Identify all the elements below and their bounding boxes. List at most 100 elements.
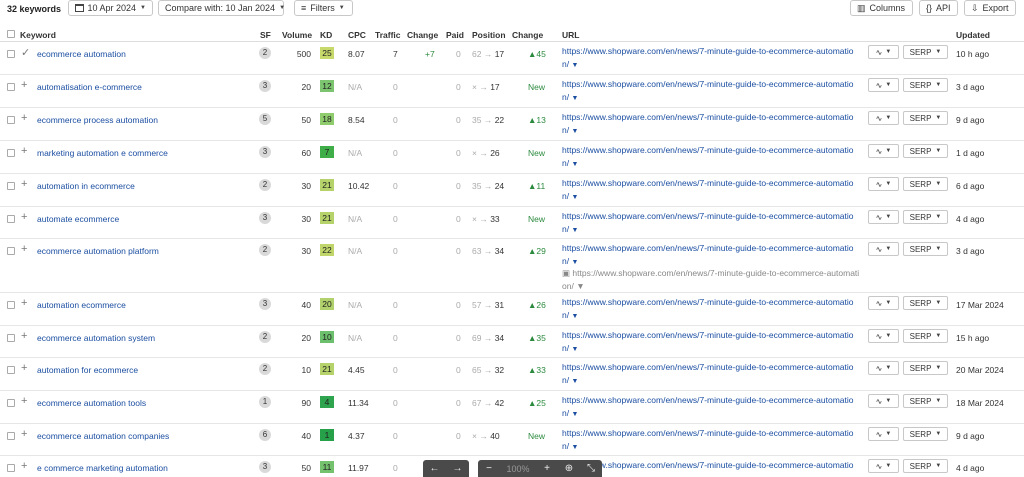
add-to-list-icon[interactable]: +	[21, 178, 27, 190]
keyword-link[interactable]: automatisation e-commerce	[37, 82, 142, 92]
chevron-down-icon[interactable]: ▼	[571, 161, 578, 168]
ranking-url[interactable]: https://www.shopware.com/en/news/7-minut…	[562, 242, 860, 269]
chevron-down-icon[interactable]: ▼	[571, 444, 578, 451]
add-to-list-icon[interactable]: +	[21, 145, 27, 157]
chevron-down-icon[interactable]: ▼	[571, 378, 578, 385]
sf-badge[interactable]: 3	[259, 298, 271, 310]
sf-badge[interactable]: 3	[259, 80, 271, 92]
keyword-link[interactable]: ecommerce process automation	[37, 115, 158, 125]
sf-badge[interactable]: 2	[259, 47, 271, 59]
row-checkbox[interactable]	[7, 215, 15, 223]
chevron-down-icon[interactable]: ▼	[571, 411, 578, 418]
chevron-down-icon[interactable]: ▼	[571, 346, 578, 353]
ranking-url-link[interactable]: https://www.shopware.com/en/news/7-minut…	[562, 297, 854, 320]
trend-button[interactable]: ∿ ▼	[868, 296, 899, 310]
header-traffic-change[interactable]: Change	[407, 30, 438, 40]
ranking-url[interactable]: https://www.shopware.com/en/news/7-minut…	[562, 296, 860, 323]
ranking-url-link[interactable]: https://www.shopware.com/en/news/7-minut…	[562, 460, 854, 470]
chevron-down-icon[interactable]: ▼	[571, 62, 578, 69]
row-checkbox[interactable]	[7, 50, 15, 58]
row-checkbox[interactable]	[7, 149, 15, 157]
ranking-url[interactable]: https://www.shopware.com/en/news/7-minut…	[562, 111, 860, 138]
keyword-link[interactable]: automation for ecommerce	[37, 365, 138, 375]
keyword-link[interactable]: ecommerce automation platform	[37, 246, 159, 256]
keyword-link[interactable]: ecommerce automation system	[37, 333, 155, 343]
date-picker-button[interactable]: 10 Apr 2024 ▼	[68, 0, 153, 16]
trend-button[interactable]: ∿ ▼	[868, 177, 899, 191]
fullscreen-icon[interactable]: ⤡	[580, 463, 602, 474]
keyword-link[interactable]: automate ecommerce	[37, 214, 119, 224]
serp-button[interactable]: SERP ▼	[903, 78, 948, 92]
ranking-url-link[interactable]: https://www.shopware.com/en/news/7-minut…	[562, 330, 854, 353]
keyword-link[interactable]: ecommerce automation tools	[37, 398, 146, 408]
serp-button[interactable]: SERP ▼	[903, 111, 948, 125]
ranking-url[interactable]: https://www.shopware.com/en/news/7-minut…	[562, 427, 860, 454]
ranking-url[interactable]: https://www.shopware.com/en/news/7-minut…	[562, 329, 860, 356]
add-to-list-icon[interactable]: +	[21, 362, 27, 374]
add-to-list-icon[interactable]: +	[21, 395, 27, 407]
chevron-down-icon[interactable]: ▼	[571, 313, 578, 320]
ranking-url[interactable]: https://www.shopware.com/en/news/7-minut…	[562, 45, 860, 72]
sf-badge[interactable]: 3	[259, 212, 271, 224]
sf-badge[interactable]: 2	[259, 179, 271, 191]
serp-button[interactable]: SERP ▼	[903, 394, 948, 408]
api-button[interactable]: {} API	[919, 0, 958, 16]
serp-button[interactable]: SERP ▼	[903, 45, 948, 59]
row-checkbox[interactable]	[7, 116, 15, 124]
serp-button[interactable]: SERP ▼	[903, 177, 948, 191]
zoom-in-icon[interactable]: +	[536, 463, 558, 474]
ranking-url[interactable]: https://www.shopware.com/en/news/7-minut…	[562, 177, 860, 204]
sf-badge[interactable]: 5	[259, 113, 271, 125]
add-to-list-icon[interactable]: +	[21, 243, 27, 255]
header-traffic[interactable]: Traffic	[375, 30, 401, 40]
add-to-list-icon[interactable]: +	[21, 330, 27, 342]
trend-button[interactable]: ∿ ▼	[868, 78, 899, 92]
trend-button[interactable]: ∿ ▼	[868, 144, 899, 158]
add-to-list-icon[interactable]: +	[21, 211, 27, 223]
ranking-url[interactable]: https://www.shopware.com/en/news/7-minut…	[562, 394, 860, 421]
keyword-link[interactable]: automation ecommerce	[37, 300, 126, 310]
ranking-url-link[interactable]: https://www.shopware.com/en/news/7-minut…	[562, 79, 854, 102]
serp-button[interactable]: SERP ▼	[903, 210, 948, 224]
sf-badge[interactable]: 3	[259, 146, 271, 158]
serp-button[interactable]: SERP ▼	[903, 329, 948, 343]
select-all-checkbox[interactable]	[7, 30, 15, 38]
keyword-link[interactable]: ecommerce automation	[37, 49, 126, 59]
compare-with-button[interactable]: Compare with: 10 Jan 2024 ▼	[158, 0, 285, 16]
serp-button[interactable]: SERP ▼	[903, 242, 948, 256]
trend-button[interactable]: ∿ ▼	[868, 361, 899, 375]
chevron-down-icon[interactable]: ▼	[571, 259, 578, 266]
columns-button[interactable]: ▥ Columns	[850, 0, 913, 16]
ranking-url[interactable]: https://www.shopware.com/en/news/7-minut…	[562, 144, 860, 171]
zoom-reset-icon[interactable]: ⊕	[558, 463, 580, 474]
serp-button[interactable]: SERP ▼	[903, 361, 948, 375]
header-position[interactable]: Position	[472, 30, 506, 40]
chevron-down-icon[interactable]: ▼	[571, 128, 578, 135]
ranking-url[interactable]: https://www.shopware.com/en/news/7-minut…	[562, 459, 860, 472]
arrow-right-icon[interactable]: →	[446, 463, 469, 474]
trend-button[interactable]: ∿ ▼	[868, 210, 899, 224]
chevron-down-icon[interactable]: ▼	[571, 194, 578, 201]
keyword-link[interactable]: automation in ecommerce	[37, 181, 135, 191]
ranking-url-link[interactable]: https://www.shopware.com/en/news/7-minut…	[562, 46, 854, 69]
arrow-left-icon[interactable]: ←	[423, 463, 446, 474]
trend-button[interactable]: ∿ ▼	[868, 111, 899, 125]
trend-button[interactable]: ∿ ▼	[868, 329, 899, 343]
secondary-url[interactable]: ▣ https://www.shopware.com/en/news/7-min…	[562, 267, 862, 293]
ranking-url-link[interactable]: https://www.shopware.com/en/news/7-minut…	[562, 112, 854, 135]
add-to-list-icon[interactable]: +	[21, 297, 27, 309]
header-keyword[interactable]: Keyword	[20, 30, 56, 40]
row-checkbox[interactable]	[7, 334, 15, 342]
add-to-list-icon[interactable]: +	[21, 460, 27, 472]
trend-button[interactable]: ∿ ▼	[868, 394, 899, 408]
ranking-url-link[interactable]: https://www.shopware.com/en/news/7-minut…	[562, 362, 854, 385]
keyword-link[interactable]: e commerce marketing automation	[37, 463, 168, 473]
sf-badge[interactable]: 1	[259, 396, 271, 408]
ranking-url-link[interactable]: https://www.shopware.com/en/news/7-minut…	[562, 211, 854, 234]
ranking-url[interactable]: https://www.shopware.com/en/news/7-minut…	[562, 210, 860, 237]
sf-badge[interactable]: 2	[259, 363, 271, 375]
export-button[interactable]: ⇩ Export	[964, 0, 1016, 16]
serp-button[interactable]: SERP ▼	[903, 296, 948, 310]
serp-button[interactable]: SERP ▼	[903, 459, 948, 473]
add-to-list-icon[interactable]: +	[21, 428, 27, 440]
